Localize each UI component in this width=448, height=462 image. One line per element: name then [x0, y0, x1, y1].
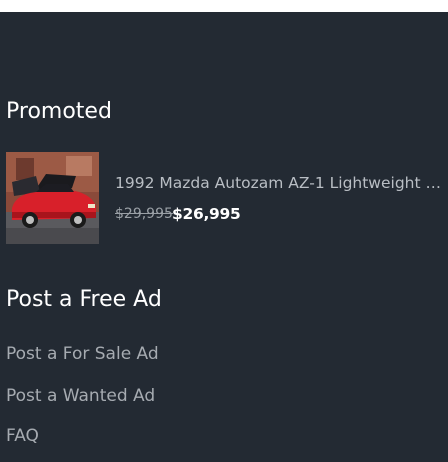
top-strip [0, 0, 448, 12]
listing-old-price: $29,995 [115, 206, 173, 222]
post-for-sale-ad-link[interactable]: Post a For Sale Ad [6, 342, 159, 366]
post-wanted-ad-link[interactable]: Post a Wanted Ad [6, 384, 155, 408]
listing-thumbnail[interactable] [6, 152, 99, 244]
listing-price: $26,995 [172, 205, 241, 223]
listing-title[interactable]: 1992 Mazda Autozam AZ-1 Lightweight Spor… [115, 172, 448, 194]
promoted-heading: Promoted [6, 99, 112, 124]
faq-link[interactable]: FAQ [6, 424, 39, 448]
post-ad-heading: Post a Free Ad [6, 287, 162, 312]
promoted-listing[interactable]: 1992 Mazda Autozam AZ-1 Lightweight Spor… [6, 152, 448, 244]
car-photo-icon [6, 152, 99, 244]
